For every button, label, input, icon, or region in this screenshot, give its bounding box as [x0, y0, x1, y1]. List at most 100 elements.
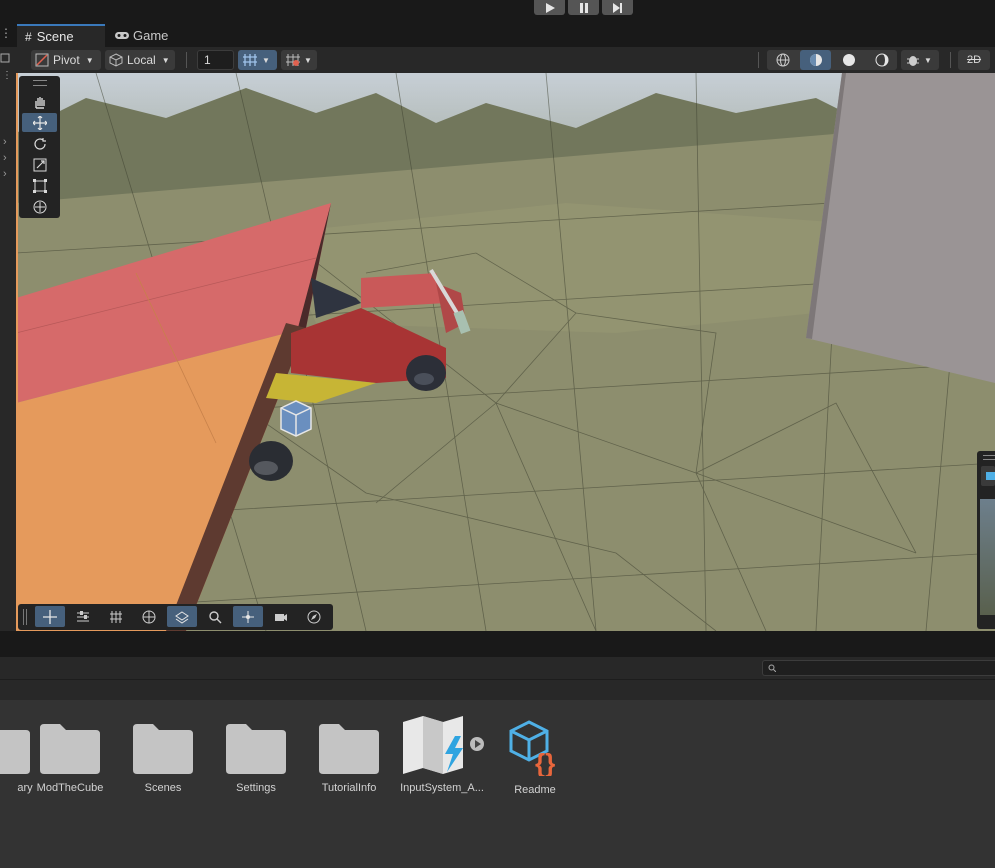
scale-tool[interactable]: [22, 155, 57, 174]
scene-render: [16, 73, 995, 631]
wireframe-mode-button[interactable]: [767, 50, 798, 70]
overlay-camera-button[interactable]: [266, 606, 296, 627]
toolbar-separator: [758, 52, 759, 68]
tab-scene[interactable]: # Scene: [17, 24, 105, 47]
pause-button[interactable]: [568, 0, 599, 15]
pause-icon: [579, 2, 588, 13]
tab-scene-label: Scene: [36, 29, 74, 44]
collapsed-panel-arrows[interactable]: › › ›: [3, 134, 7, 182]
window-layout-icon[interactable]: [0, 52, 10, 64]
drag-handle[interactable]: [983, 455, 995, 460]
scene-viewport[interactable]: [16, 73, 995, 631]
input-actions-icon: [403, 716, 484, 774]
overlay-shading-button[interactable]: [134, 606, 164, 627]
shaded-wireframe-mode-button[interactable]: [800, 50, 831, 70]
object-gizmo-icon: [280, 400, 312, 437]
increment-snap-icon: [286, 54, 300, 66]
folder-icon: [0, 730, 30, 774]
pivot-icon: [35, 53, 49, 67]
more-menu-icon[interactable]: ⋮: [0, 26, 12, 42]
folder-icon: [226, 724, 286, 774]
axis-icon: [242, 610, 254, 623]
project-breadcrumb-bar: [0, 680, 995, 700]
tab-game[interactable]: Game: [107, 24, 177, 47]
asset-item[interactable]: InputSystem_A...: [400, 716, 484, 808]
transform-tool[interactable]: [22, 197, 57, 216]
globe-icon: [142, 610, 156, 623]
camera-icon: [275, 613, 287, 621]
asset-item[interactable]: Scenes: [123, 718, 203, 808]
grid-snap-icon: [110, 610, 122, 623]
unlit-mode-button[interactable]: [866, 50, 897, 70]
asset-label: ModTheCube: [36, 782, 104, 794]
sliders-icon: [77, 610, 89, 621]
panel-divider: [0, 631, 995, 657]
hand-tool[interactable]: [22, 92, 57, 111]
wireframe-sphere-icon: [776, 53, 789, 67]
compass-icon: [307, 610, 321, 623]
shaded-mode-button[interactable]: [833, 50, 864, 70]
snap-increment-field[interactable]: 1: [197, 50, 234, 70]
chevron-down-icon: ▼: [85, 55, 94, 65]
overlay-compass-button[interactable]: [299, 606, 329, 627]
overlay-settings-button[interactable]: [68, 606, 98, 627]
shaded-sphere-icon: [842, 54, 855, 66]
increment-snap-toggle[interactable]: ▼: [281, 50, 317, 70]
grid-snap-toggle[interactable]: ▼: [238, 50, 277, 70]
local-label: Local: [127, 53, 156, 67]
toolbar-separator: [950, 52, 951, 68]
overlay-transform-button[interactable]: [35, 606, 65, 627]
chevron-down-icon: ▼: [262, 55, 270, 65]
gamepad-icon: [115, 32, 129, 39]
rotate-tool[interactable]: [22, 134, 57, 153]
2d-icon: 2D: [966, 54, 982, 66]
step-icon: [612, 2, 622, 13]
chevron-down-icon: ▼: [304, 55, 312, 65]
overlay-search-button[interactable]: [200, 606, 230, 627]
debug-draw-dropdown[interactable]: ▼: [901, 50, 939, 70]
layers-icon: [175, 610, 189, 624]
asset-item[interactable]: {} Readme: [495, 718, 575, 808]
asset-label: Settings: [236, 782, 276, 794]
move-arrows-icon: [43, 609, 57, 624]
transform-icon: [33, 200, 46, 213]
chevron-down-icon: ▼: [161, 55, 170, 65]
folder-icon: [319, 724, 379, 774]
tab-game-label: Game: [133, 28, 169, 43]
asset-item[interactable]: ModTheCube: [30, 718, 110, 808]
panel-more-icon[interactable]: ⋮: [2, 70, 12, 81]
project-search-input[interactable]: [762, 660, 995, 676]
camera-preview-overlay: [977, 451, 995, 629]
bug-icon: [907, 56, 919, 66]
grid-snap-icon: [243, 54, 257, 66]
folder-icon: [133, 724, 193, 774]
camera-preview-image: [980, 499, 995, 615]
drag-handle[interactable]: [33, 80, 47, 86]
toolbar-separator: [186, 52, 187, 68]
pivot-dropdown[interactable]: Pivot ▼: [31, 50, 101, 70]
cube-icon: [109, 53, 123, 67]
pivot-label: Pivot: [53, 53, 80, 67]
local-dropdown[interactable]: Local ▼: [105, 50, 175, 70]
search-icon: [209, 610, 222, 623]
camera-preview-toggle[interactable]: [981, 466, 995, 486]
grid-icon: #: [25, 29, 32, 44]
play-button[interactable]: [534, 0, 565, 15]
overlay-orientation-button[interactable]: [233, 606, 263, 627]
2d-toggle-button[interactable]: 2D: [958, 50, 990, 70]
move-tool[interactable]: [22, 113, 57, 132]
asset-item[interactable]: Settings: [216, 718, 296, 808]
asset-item[interactable]: TutorialInfo: [309, 718, 389, 808]
overlay-grid-button[interactable]: [101, 606, 131, 627]
step-button[interactable]: [602, 0, 633, 15]
play-controls-bar: [0, 0, 995, 22]
asset-label: Scenes: [144, 782, 182, 794]
rect-tool[interactable]: [22, 176, 57, 195]
search-icon: [768, 664, 776, 672]
asset-label: TutorialInfo: [321, 782, 377, 794]
play-icon: [545, 2, 555, 13]
rect-transform-icon: [32, 178, 47, 193]
move-arrows-icon: [32, 115, 47, 130]
overlay-navmesh-button[interactable]: [167, 606, 197, 627]
drag-handle[interactable]: [23, 609, 27, 625]
